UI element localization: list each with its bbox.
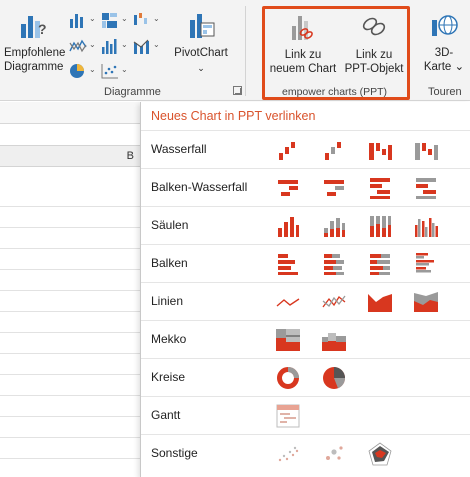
column-header-b[interactable]: B (0, 145, 140, 167)
grid-line (0, 206, 140, 207)
statistic-chart-caret-icon[interactable]: ⌄ (121, 40, 128, 49)
menu-row-columns: Säulen (141, 206, 470, 244)
bubble-icon[interactable] (321, 441, 347, 467)
scatter-chart-icon[interactable] (100, 62, 120, 80)
grid-line (0, 353, 140, 354)
formula-bar[interactable] (0, 102, 140, 124)
group-label-charts: Diagramme (104, 86, 161, 98)
column-letter: B (126, 150, 134, 162)
bar-1-icon[interactable] (275, 251, 301, 277)
line-chart-icon[interactable] (68, 37, 88, 55)
menu-row-gantt: Gantt (141, 396, 470, 434)
pivotchart-label: PivotChart (174, 47, 228, 59)
line-1-icon[interactable] (275, 289, 301, 315)
grid-line (0, 332, 140, 333)
row-label: Säulen (151, 218, 189, 232)
menu-row-bars: Balken (141, 244, 470, 282)
bar-waterfall-4-icon[interactable] (413, 175, 439, 201)
bar-waterfall-1-icon[interactable] (275, 175, 301, 201)
row-label: Linien (151, 294, 184, 308)
scatter-icon[interactable] (275, 441, 301, 467)
column-4-icon[interactable] (413, 213, 439, 239)
pivotchart-button[interactable]: PivotChart ⌄ (170, 8, 232, 84)
waterfall-3-icon[interactable] (367, 137, 393, 163)
menu-row-waterfall: Wasserfall (141, 130, 470, 168)
dialog-launcher-icon[interactable] (233, 86, 242, 95)
3d-map-button[interactable]: 3D- Karte ⌄ (420, 8, 468, 84)
pivotchart-icon (190, 14, 215, 38)
bar-4-icon[interactable] (413, 251, 439, 277)
bar-waterfall-3-icon[interactable] (367, 175, 393, 201)
gantt-icon[interactable] (275, 403, 301, 429)
row-label: Balken-Wasserfall (151, 180, 248, 194)
group-label-tours: Touren (428, 86, 462, 98)
menu-row-other: Sonstige (141, 434, 470, 472)
group-separator (245, 6, 246, 96)
bar-2-icon[interactable] (321, 251, 347, 277)
radar-icon[interactable] (367, 441, 393, 467)
grid-line (0, 374, 140, 375)
menu-row-lines: Linien (141, 282, 470, 320)
waterfall-1-icon[interactable] (275, 137, 301, 163)
grid-line (0, 269, 140, 270)
statistic-chart-icon[interactable] (100, 37, 120, 55)
pie-chart-icon[interactable] (68, 62, 88, 80)
row-label: Gantt (151, 408, 181, 422)
recommended-charts-icon: ? (21, 16, 47, 38)
recommended-charts-label-2: Diagramme (4, 61, 64, 73)
combo-chart-icon[interactable] (132, 37, 152, 55)
row-label: Sonstige (151, 446, 198, 460)
line-chart-caret-icon[interactable]: ⌄ (89, 40, 96, 49)
grid-line (0, 395, 140, 396)
column-3-icon[interactable] (367, 213, 393, 239)
globe-icon (432, 15, 458, 36)
grid-line (0, 311, 140, 312)
area-2-icon[interactable] (413, 289, 439, 315)
row-label: Balken (151, 256, 188, 270)
waterfall-chart-icon[interactable] (132, 11, 152, 29)
grid-line (0, 458, 140, 459)
grid-line (0, 227, 140, 228)
mekko-1-icon[interactable] (275, 327, 301, 353)
hierarchy-chart-icon[interactable] (100, 11, 120, 29)
bar-waterfall-2-icon[interactable] (321, 175, 347, 201)
row-label: Wasserfall (151, 142, 207, 156)
column-chart-caret-icon[interactable]: ⌄ (89, 14, 96, 23)
grid-line (0, 437, 140, 438)
empower-chart-menu: Neues Chart in PPT verlinken Wasserfall … (140, 102, 470, 477)
grid-line (0, 290, 140, 291)
svg-text:?: ? (38, 21, 47, 37)
scatter-chart-caret-icon[interactable]: ⌄ (121, 65, 128, 74)
column-chart-icon[interactable] (68, 11, 88, 29)
column-1-icon[interactable] (275, 213, 301, 239)
doughnut-icon[interactable] (275, 365, 301, 391)
recommended-charts-label-1: Empfohlene (4, 47, 66, 59)
empower-highlight-frame (262, 6, 410, 100)
line-2-icon[interactable] (321, 289, 347, 315)
menu-header: Neues Chart in PPT verlinken (151, 109, 316, 123)
3d-map-label-2: Karte ⌄ (423, 61, 465, 73)
recommended-charts-button[interactable]: ? Empfohlene Diagramme (4, 8, 66, 84)
menu-row-bar-waterfall: Balken-Wasserfall (141, 168, 470, 206)
grid-line (0, 416, 140, 417)
column-2-icon[interactable] (321, 213, 347, 239)
area-1-icon[interactable] (367, 289, 393, 315)
menu-row-mekko: Mekko (141, 320, 470, 358)
ribbon: ? Empfohlene Diagramme ⌄ ⌄ ⌄ ⌄ ⌄ ⌄ ⌄ ⌄ P… (0, 0, 470, 101)
pie-chart-caret-icon[interactable]: ⌄ (89, 65, 96, 74)
pivotchart-caret-icon: ⌄ (197, 63, 205, 73)
row-label: Kreise (151, 370, 186, 384)
hierarchy-chart-caret-icon[interactable]: ⌄ (121, 14, 128, 23)
row-label: Mekko (151, 332, 187, 346)
mekko-2-icon[interactable] (321, 327, 347, 353)
combo-chart-caret-icon[interactable]: ⌄ (153, 40, 160, 49)
bar-3-icon[interactable] (367, 251, 393, 277)
menu-row-circles: Kreise (141, 358, 470, 396)
waterfall-chart-caret-icon[interactable]: ⌄ (153, 14, 160, 23)
grid-line (0, 248, 140, 249)
3d-map-label-1: 3D- (434, 47, 454, 59)
waterfall-2-icon[interactable] (321, 137, 347, 163)
pie-icon[interactable] (321, 365, 347, 391)
waterfall-4-icon[interactable] (413, 137, 439, 163)
